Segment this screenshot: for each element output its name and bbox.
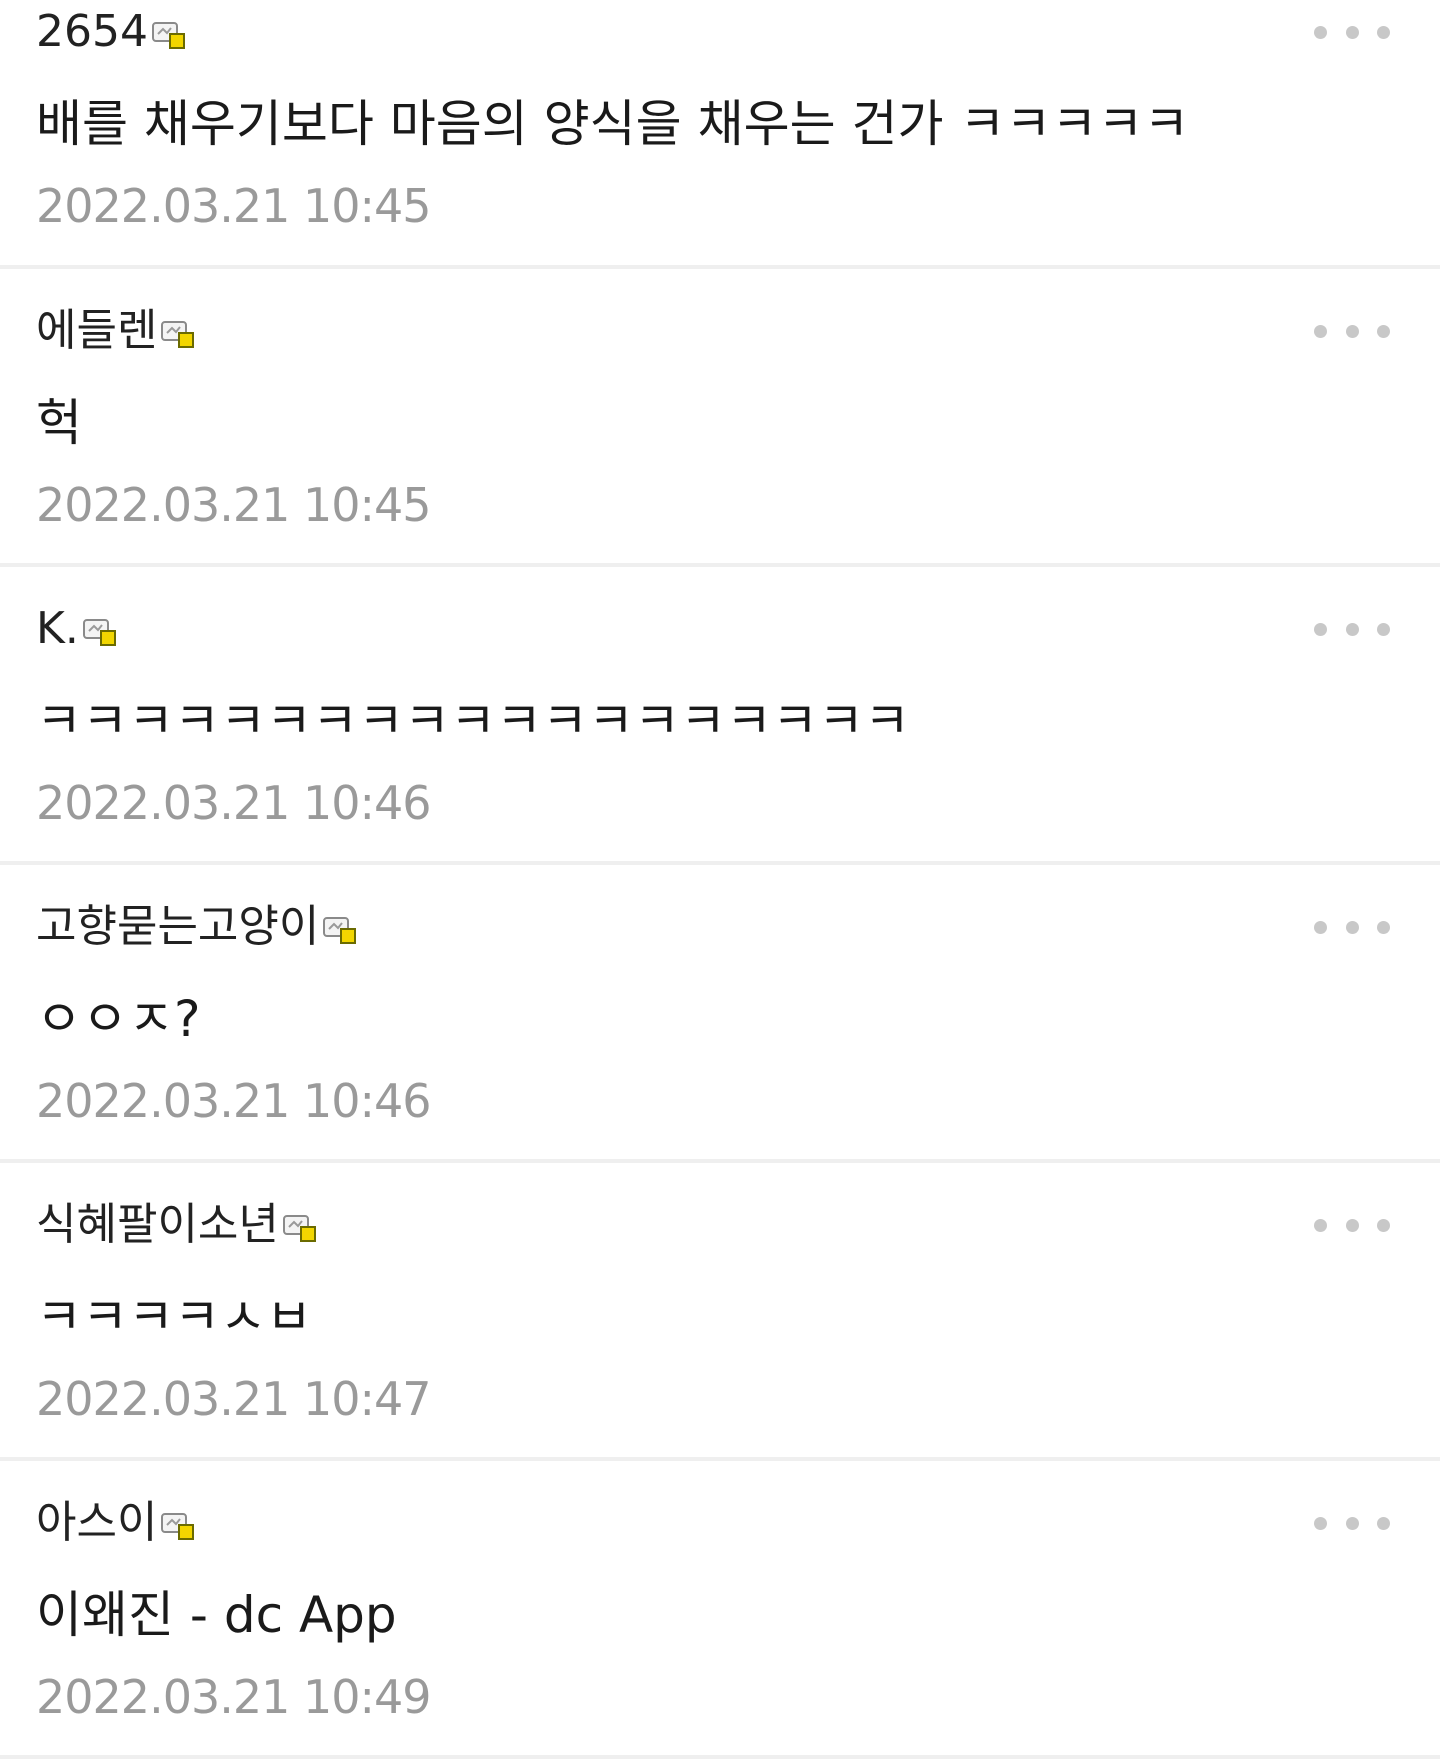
more-dots-icon bbox=[1345, 324, 1359, 338]
more-options-button[interactable] bbox=[1314, 609, 1390, 649]
comment-text: ㅋㅋㅋㅋㅋㅋㅋㅋㅋㅋㅋㅋㅋㅋㅋㅋㅋㅋㅋ bbox=[36, 692, 910, 750]
more-options-button[interactable] bbox=[1314, 12, 1390, 52]
more-options-button[interactable] bbox=[1314, 1205, 1390, 1245]
comment-timestamp: 2022.03.21 10:45 bbox=[36, 478, 432, 532]
comment-item: K. ㅋㅋㅋㅋㅋㅋㅋㅋㅋㅋㅋㅋㅋㅋㅋㅋㅋㅋㅋ 2022.03.21 10:46 bbox=[0, 567, 1440, 865]
user-badge-icon bbox=[151, 22, 185, 49]
user-badge-icon bbox=[323, 917, 357, 944]
more-dots-icon bbox=[1377, 920, 1390, 934]
more-options-button[interactable] bbox=[1314, 1503, 1390, 1543]
more-dots-icon bbox=[1377, 1218, 1390, 1232]
comment-header: 아스이 bbox=[36, 1461, 1390, 1555]
comment-timestamp: 2022.03.21 10:45 bbox=[36, 179, 432, 233]
more-dots-icon bbox=[1314, 920, 1327, 934]
comment-item: 2654 배를 채우기보다 마음의 양식을 채우는 건가 ㅋㅋㅋㅋㅋ 2022.… bbox=[0, 0, 1440, 269]
more-dots-icon bbox=[1314, 622, 1327, 636]
more-dots-icon bbox=[1314, 1516, 1327, 1530]
comment-item: 아스이 이왜진 - dc App 2022.03.21 10:49 bbox=[0, 1461, 1440, 1759]
more-dots-icon bbox=[1377, 622, 1390, 636]
comment-text: ㅋㅋㅋㅋㅅㅂ bbox=[36, 1288, 312, 1346]
comment-item: 에들렌 헉 2022.03.21 10:45 bbox=[0, 269, 1440, 567]
comment-timestamp: 2022.03.21 10:47 bbox=[36, 1372, 432, 1426]
comment-header: 식혜팔이소년 bbox=[36, 1163, 1390, 1257]
comment-nickname[interactable]: K. bbox=[36, 597, 79, 661]
user-badge-icon bbox=[282, 1215, 316, 1242]
comment-nickname[interactable]: 에들렌 bbox=[36, 299, 157, 363]
more-dots-icon bbox=[1345, 920, 1359, 934]
more-dots-icon bbox=[1345, 25, 1359, 39]
comment-header: 고향묻는고양이 bbox=[36, 865, 1390, 959]
comment-header: K. bbox=[36, 567, 1390, 661]
user-badge-icon bbox=[161, 321, 195, 348]
more-dots-icon bbox=[1377, 324, 1390, 338]
more-dots-icon bbox=[1314, 1218, 1327, 1232]
comment-header: 2654 bbox=[36, 0, 1390, 64]
comment-nickname[interactable]: 고향묻는고양이 bbox=[36, 895, 319, 959]
more-dots-icon bbox=[1377, 1516, 1390, 1530]
comment-item: 고향묻는고양이 ㅇㅇㅈ? 2022.03.21 10:46 bbox=[0, 865, 1440, 1163]
comment-text: 헉 bbox=[36, 394, 82, 452]
comment-text: 이왜진 - dc App bbox=[36, 1586, 397, 1644]
comment-timestamp: 2022.03.21 10:46 bbox=[36, 776, 432, 830]
comment-nickname[interactable]: 식혜팔이소년 bbox=[36, 1193, 279, 1257]
comment-nickname[interactable]: 아스이 bbox=[36, 1491, 157, 1555]
more-dots-icon bbox=[1314, 324, 1327, 338]
user-badge-icon bbox=[161, 1513, 195, 1540]
user-badge-icon bbox=[82, 619, 116, 646]
comment-header: 에들렌 bbox=[36, 269, 1390, 363]
more-options-button[interactable] bbox=[1314, 907, 1390, 947]
comment-timestamp: 2022.03.21 10:46 bbox=[36, 1074, 432, 1128]
comment-text: 배를 채우기보다 마음의 양식을 채우는 건가 ㅋㅋㅋㅋㅋ bbox=[36, 95, 1190, 153]
comment-list: 2654 배를 채우기보다 마음의 양식을 채우는 건가 ㅋㅋㅋㅋㅋ 2022.… bbox=[0, 0, 1440, 1760]
more-dots-icon bbox=[1345, 622, 1359, 636]
comment-item: 식혜팔이소년 ㅋㅋㅋㅋㅅㅂ 2022.03.21 10:47 bbox=[0, 1163, 1440, 1461]
more-dots-icon bbox=[1345, 1516, 1359, 1530]
more-options-button[interactable] bbox=[1314, 311, 1390, 351]
more-dots-icon bbox=[1377, 25, 1390, 39]
comment-text: ㅇㅇㅈ? bbox=[36, 990, 201, 1048]
comment-timestamp: 2022.03.21 10:49 bbox=[36, 1670, 432, 1724]
comment-nickname[interactable]: 2654 bbox=[36, 0, 148, 64]
more-dots-icon bbox=[1314, 25, 1327, 39]
more-dots-icon bbox=[1345, 1218, 1359, 1232]
